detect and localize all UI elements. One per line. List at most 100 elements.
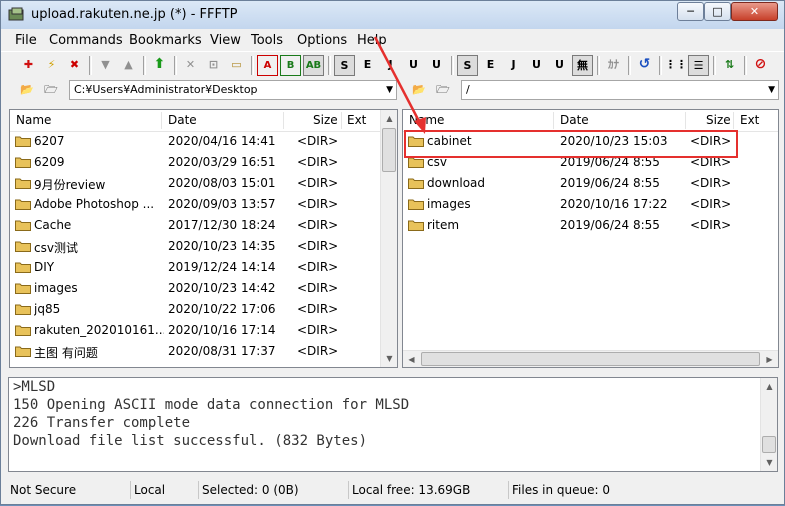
mkdir-icon[interactable]: ▭ xyxy=(226,55,247,76)
jis-left-icon[interactable]: J xyxy=(380,55,401,76)
download-icon[interactable]: ▼ xyxy=(95,55,116,76)
menu-view[interactable]: View xyxy=(210,33,241,48)
local-col-size[interactable]: Size xyxy=(313,113,338,127)
chevron-down-icon[interactable]: ▼ xyxy=(768,81,775,99)
file-row[interactable]: 9月份review 2020/08/03 15:01 <DIR> xyxy=(10,173,378,194)
file-row[interactable]: 6207 2020/04/16 14:41 <DIR> xyxy=(10,131,378,152)
chevron-down-icon[interactable]: ▼ xyxy=(386,81,393,99)
menu-tools[interactable]: Tools xyxy=(251,33,283,48)
local-col-name[interactable]: Name xyxy=(16,113,51,127)
column-divider xyxy=(283,112,284,129)
utf8bom-left-icon[interactable]: U xyxy=(426,55,447,76)
log-panel[interactable]: >MLSD 150 Opening ASCII mode data connec… xyxy=(8,377,778,472)
menu-options[interactable]: Options xyxy=(297,33,347,48)
file-row[interactable]: images 2020/10/16 17:22 <DIR> xyxy=(403,194,778,215)
local-open-folder-icon[interactable]: 🗁 xyxy=(41,81,61,99)
file-size: <DIR> xyxy=(297,239,339,253)
file-name: images xyxy=(427,197,471,211)
kana-icon[interactable]: ｶﾅ xyxy=(603,55,624,76)
local-col-ext[interactable]: Ext xyxy=(347,113,366,127)
local-path-combo[interactable]: C:¥Users¥Administrator¥Desktop ▼ xyxy=(69,80,397,100)
minimize-button[interactable]: ─ xyxy=(677,2,704,21)
scroll-thumb[interactable] xyxy=(421,352,760,366)
utf8-left-icon[interactable]: U xyxy=(403,55,424,76)
sjis-left-icon[interactable]: S xyxy=(334,55,355,76)
remote-col-name[interactable]: Name xyxy=(409,113,444,127)
folder-icon xyxy=(15,220,31,231)
connect-icon[interactable]: ✚ xyxy=(18,55,39,76)
scroll-up-arrow-icon[interactable]: ▲ xyxy=(761,378,777,395)
sjis-right-icon[interactable]: S xyxy=(457,55,478,76)
highlight-box xyxy=(404,130,738,158)
file-row[interactable]: DIY 2019/12/24 14:14 <DIR> xyxy=(10,257,378,278)
menu-bookmarks[interactable]: Bookmarks xyxy=(129,33,202,48)
file-row[interactable]: rakuten_202010161... 2020/10/16 17:14 <DIR… xyxy=(10,320,378,341)
sync-icon[interactable]: ⇅ xyxy=(719,55,740,76)
file-row[interactable]: 主图 有问题 2020/08/31 17:37 <DIR> xyxy=(10,341,378,362)
close-button[interactable]: ✕ xyxy=(731,2,778,21)
local-col-date[interactable]: Date xyxy=(168,113,197,127)
toolbar-separator xyxy=(659,56,662,75)
menu-commands[interactable]: Commands xyxy=(49,33,123,48)
file-size: <DIR> xyxy=(297,197,339,211)
remote-open-folder-icon[interactable]: 🗁 xyxy=(433,81,453,99)
remote-up-folder-icon[interactable]: 📂 xyxy=(409,81,429,99)
file-size: <DIR> xyxy=(297,344,339,358)
scroll-down-arrow-icon[interactable]: ▼ xyxy=(381,350,397,367)
detail-view-icon[interactable]: ☰ xyxy=(688,55,709,76)
upload-icon[interactable]: ▲ xyxy=(118,55,139,76)
file-row[interactable]: 6209 2020/03/29 16:51 <DIR> xyxy=(10,152,378,173)
scroll-thumb[interactable] xyxy=(382,128,396,172)
column-divider xyxy=(341,112,342,129)
file-row[interactable]: csv测试 2020/10/23 14:35 <DIR> xyxy=(10,236,378,257)
auto-mode-icon[interactable]: AB xyxy=(303,55,324,76)
remote-horizontal-scrollbar[interactable]: ◀ ▶ xyxy=(403,350,778,367)
remote-col-size[interactable]: Size xyxy=(706,113,731,127)
disconnect-icon[interactable]: ✖ xyxy=(64,55,85,76)
menu-help[interactable]: Help xyxy=(357,33,387,48)
remote-path-combo[interactable]: / ▼ xyxy=(461,80,779,100)
remote-col-date[interactable]: Date xyxy=(560,113,589,127)
scroll-thumb[interactable] xyxy=(762,436,776,453)
file-row[interactable]: Cache 2017/12/30 18:24 <DIR> xyxy=(10,215,378,236)
euc-right-icon[interactable]: E xyxy=(480,55,501,76)
maximize-button[interactable]: □ xyxy=(704,2,731,21)
mirror-upload-icon[interactable]: ⬆ xyxy=(149,55,170,76)
file-date: 2020/03/29 16:51 xyxy=(168,155,276,169)
file-row[interactable]: images 2020/10/23 14:42 <DIR> xyxy=(10,278,378,299)
status-bar: Not Secure Local Selected: 0 (0B) Local … xyxy=(1,477,784,504)
local-vertical-scrollbar[interactable]: ▲ ▼ xyxy=(380,110,397,367)
scroll-right-arrow-icon[interactable]: ▶ xyxy=(761,351,778,367)
list-view-icon[interactable]: ⋮⋮ xyxy=(665,55,687,76)
binary-mode-icon[interactable]: B xyxy=(280,55,301,76)
delete-icon[interactable]: ✕ xyxy=(180,55,201,76)
menu-file[interactable]: File xyxy=(15,33,37,48)
scroll-down-arrow-icon[interactable]: ▼ xyxy=(761,454,777,471)
ascii-mode-icon[interactable]: A xyxy=(257,55,278,76)
utf8bom-right-icon[interactable]: U xyxy=(549,55,570,76)
file-row[interactable]: ritem 2019/06/24 8:55 <DIR> xyxy=(403,215,778,236)
jis-right-icon[interactable]: J xyxy=(503,55,524,76)
toolbar-separator xyxy=(143,56,146,75)
euc-left-icon[interactable]: E xyxy=(357,55,378,76)
folder-icon xyxy=(15,262,31,273)
scroll-up-arrow-icon[interactable]: ▲ xyxy=(381,110,397,127)
file-row[interactable]: download 2019/06/24 8:55 <DIR> xyxy=(403,173,778,194)
utf8-right-icon[interactable]: U xyxy=(526,55,547,76)
quick-connect-icon[interactable]: ⚡ xyxy=(41,55,62,76)
stop-icon[interactable]: ⊘ xyxy=(750,55,771,76)
no-conversion-icon[interactable]: 無 xyxy=(572,55,593,76)
local-up-folder-icon[interactable]: 📂 xyxy=(17,81,37,99)
toolbar-separator xyxy=(628,56,631,75)
scroll-left-arrow-icon[interactable]: ◀ xyxy=(403,351,420,367)
file-row[interactable]: Adobe Photoshop ... 2020/09/03 13:57 <DIR> xyxy=(10,194,378,215)
local-file-list[interactable]: Name Date Size Ext 6207 2020/04/16 14:41 <… xyxy=(9,109,398,368)
remote-col-ext[interactable]: Ext xyxy=(740,113,759,127)
file-date: 2020/10/16 17:14 xyxy=(168,323,276,337)
file-row[interactable]: jq85 2020/10/22 17:06 <DIR> xyxy=(10,299,378,320)
folder-icon xyxy=(15,325,31,336)
refresh-icon[interactable]: ↺ xyxy=(634,55,655,76)
window-title: upload.rakuten.ne.jp (*) - FFFTP xyxy=(31,7,238,22)
rename-icon[interactable]: ⊡ xyxy=(203,55,224,76)
log-vertical-scrollbar[interactable]: ▲ ▼ xyxy=(760,378,777,471)
